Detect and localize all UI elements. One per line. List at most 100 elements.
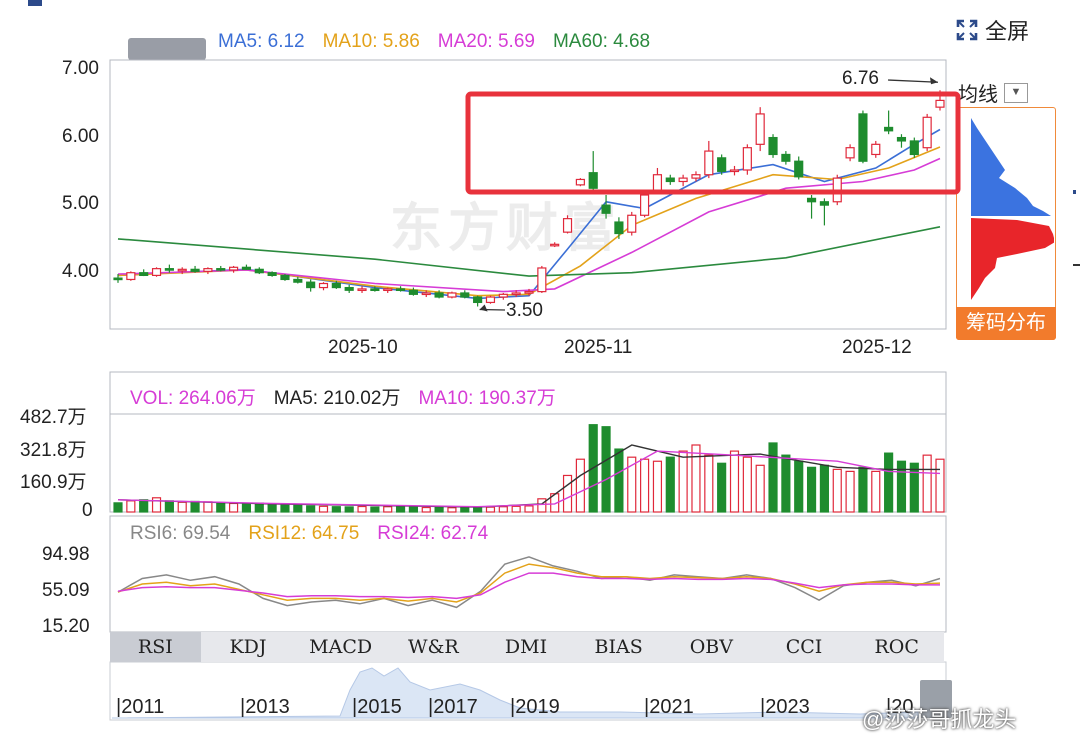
rsi-tick-label: 55.09 (42, 580, 90, 601)
candle-body (601, 204, 611, 214)
volume-bar (781, 454, 791, 513)
volume-bar (485, 506, 496, 513)
tab-macd[interactable]: MACD (295, 632, 386, 662)
candle-body (164, 268, 174, 271)
volume-bar (652, 460, 663, 513)
candle-body (742, 147, 752, 171)
volume-bar (203, 501, 213, 513)
volume-bar (151, 497, 162, 513)
overview-year-label: |2019 (510, 696, 560, 718)
tab-cci[interactable]: CCI (759, 632, 850, 662)
candle-body (460, 292, 470, 298)
candle-body (421, 292, 431, 296)
volume-bar (922, 454, 932, 513)
candle-body (652, 174, 663, 193)
volume-bar (473, 507, 483, 513)
volume-bar (331, 506, 341, 513)
high-value-label: 6.76 (842, 68, 879, 89)
volume-bar (742, 456, 752, 513)
volume-bar (845, 470, 855, 513)
tab-bias[interactable]: BIAS (573, 632, 664, 662)
candle-body (306, 281, 316, 289)
volume-bar (421, 506, 431, 513)
candle-body (473, 296, 483, 304)
volume-tick-label: 160.9万 (20, 472, 87, 494)
volume-bar (640, 458, 650, 513)
volume-bar (909, 462, 919, 513)
tab-obv[interactable]: OBV (666, 632, 757, 662)
ma-line-ma60 (117, 226, 941, 277)
volume-bar (524, 505, 534, 513)
candle-body (447, 292, 457, 298)
candle-body (935, 99, 945, 108)
price-tick-label: 7.00 (62, 58, 99, 79)
volume-bar (254, 502, 264, 513)
candle-body (588, 172, 598, 189)
candle-body (729, 169, 740, 173)
candle-body (871, 143, 881, 156)
candle-body (383, 288, 393, 292)
volume-bar (768, 442, 778, 513)
volume-bar (395, 506, 406, 513)
tab-kdj[interactable]: KDJ (203, 632, 294, 662)
tab-roc[interactable]: ROC (851, 632, 942, 662)
candle-body (845, 147, 855, 159)
candle-body (126, 272, 136, 281)
volume-bar (819, 464, 829, 513)
date-tick-label: 2025-11 (564, 337, 633, 358)
rsi-legend-item-0: RSI6: 69.54 (130, 523, 231, 544)
candle-body (485, 296, 496, 304)
volume-bar (241, 503, 252, 513)
volume-bar (498, 506, 508, 513)
candle-body (203, 268, 213, 272)
candle-body (678, 177, 688, 183)
volume-bar (126, 500, 136, 513)
candle-body (511, 292, 521, 296)
candle-body (819, 201, 829, 206)
volume-bar (704, 454, 714, 513)
candle-body (704, 150, 714, 176)
candle-body (344, 286, 354, 291)
volume-bar (755, 464, 765, 513)
candle-body (229, 266, 239, 271)
volume-bar (562, 474, 573, 513)
tab-dmi[interactable]: DMI (481, 632, 572, 662)
volume-bar (408, 506, 418, 513)
ma-line-ma5 (117, 128, 941, 300)
volume-bar (344, 506, 354, 513)
volume-bar (434, 506, 444, 513)
volume-tick-label: 321.8万 (20, 439, 87, 461)
date-tick-label: 2025-12 (842, 337, 912, 358)
rsi-legend: RSI6: 69.54 RSI12: 64.75 RSI24: 62.74 (130, 523, 506, 545)
price-tick-label: 4.00 (62, 260, 99, 282)
candle-body (216, 268, 226, 271)
volume-bar (832, 468, 842, 513)
vol-legend-item-1: MA5: 210.02万 (273, 388, 401, 409)
candle-body (922, 116, 932, 149)
volume-bar (511, 505, 521, 513)
candle-body (151, 268, 162, 277)
volume-bar (113, 502, 123, 513)
overview-year-label: |2011 (116, 696, 165, 718)
candle-body (781, 153, 791, 162)
candle-body (794, 160, 804, 178)
high-pointer-arrow (930, 77, 938, 85)
overview-year-label: |2023 (760, 696, 810, 718)
volume-bar (357, 505, 367, 513)
candle-body (614, 221, 624, 235)
volume-bar (190, 500, 200, 513)
tab-rsi[interactable]: RSI (110, 632, 201, 662)
candle-body (318, 282, 329, 289)
weibo-handle-text: @莎莎哥抓龙头 (862, 707, 1017, 732)
vol-legend: VOL: 264.06万 MA5: 210.02万 MA10: 190.37万 (130, 383, 574, 410)
volume-bar (229, 502, 239, 513)
rsi-legend-item-2: RSI24: 62.74 (377, 523, 489, 544)
tab-wr[interactable]: W&R (388, 632, 479, 662)
candle-body (357, 288, 367, 292)
candle-body (293, 278, 303, 283)
volume-bar (216, 502, 226, 513)
vol-legend-item-2: MA10: 190.37万 (418, 388, 556, 409)
candle-body (537, 267, 547, 293)
volume-bar (858, 466, 868, 513)
price-tick-label: 5.00 (62, 193, 99, 215)
